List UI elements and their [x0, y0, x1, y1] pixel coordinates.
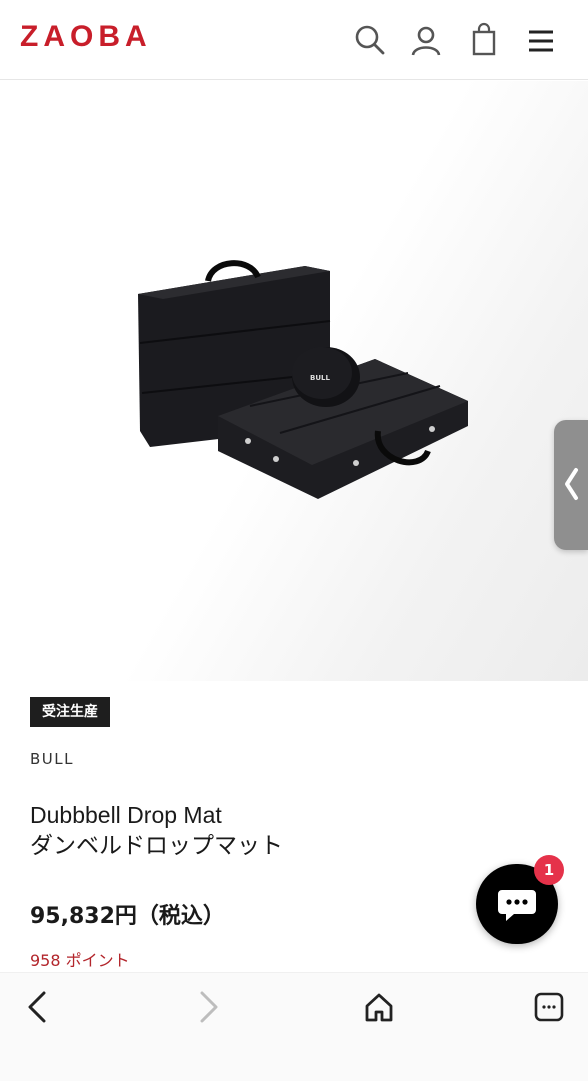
site-header: ZAOBA: [0, 0, 588, 80]
account-icon[interactable]: [408, 22, 444, 58]
svg-text:BULL: BULL: [310, 374, 330, 382]
product-title: Dubbbell Drop Mat ダンベルドロップマット: [30, 800, 450, 860]
home-icon[interactable]: [359, 987, 399, 1027]
back-arrow-icon[interactable]: [18, 987, 58, 1027]
product-title-en: Dubbbell Drop Mat: [30, 802, 222, 828]
chat-bubble-icon: [498, 890, 536, 921]
side-panel-tab[interactable]: [554, 420, 588, 550]
tabs-icon[interactable]: [529, 987, 569, 1027]
cart-icon[interactable]: [466, 22, 502, 58]
product-image-area[interactable]: BULL: [0, 81, 588, 681]
chevron-left-icon: [565, 468, 578, 500]
search-icon[interactable]: [352, 22, 388, 58]
product-photo: BULL: [138, 260, 468, 499]
menu-icon[interactable]: [523, 22, 559, 58]
forward-arrow-icon[interactable]: [188, 987, 228, 1027]
site-logo[interactable]: ZAOBA: [20, 20, 152, 54]
product-price: 95,832円（税込）: [30, 904, 225, 929]
browser-bottom-bar: [0, 972, 588, 1081]
made-to-order-badge: 受注生産: [30, 697, 110, 727]
product-brand[interactable]: BULL: [30, 750, 74, 768]
product-title-ja: ダンベルドロップマット: [30, 832, 283, 858]
chat-unread-badge: 1: [534, 855, 564, 885]
product-points: 958 ポイント: [30, 951, 130, 970]
